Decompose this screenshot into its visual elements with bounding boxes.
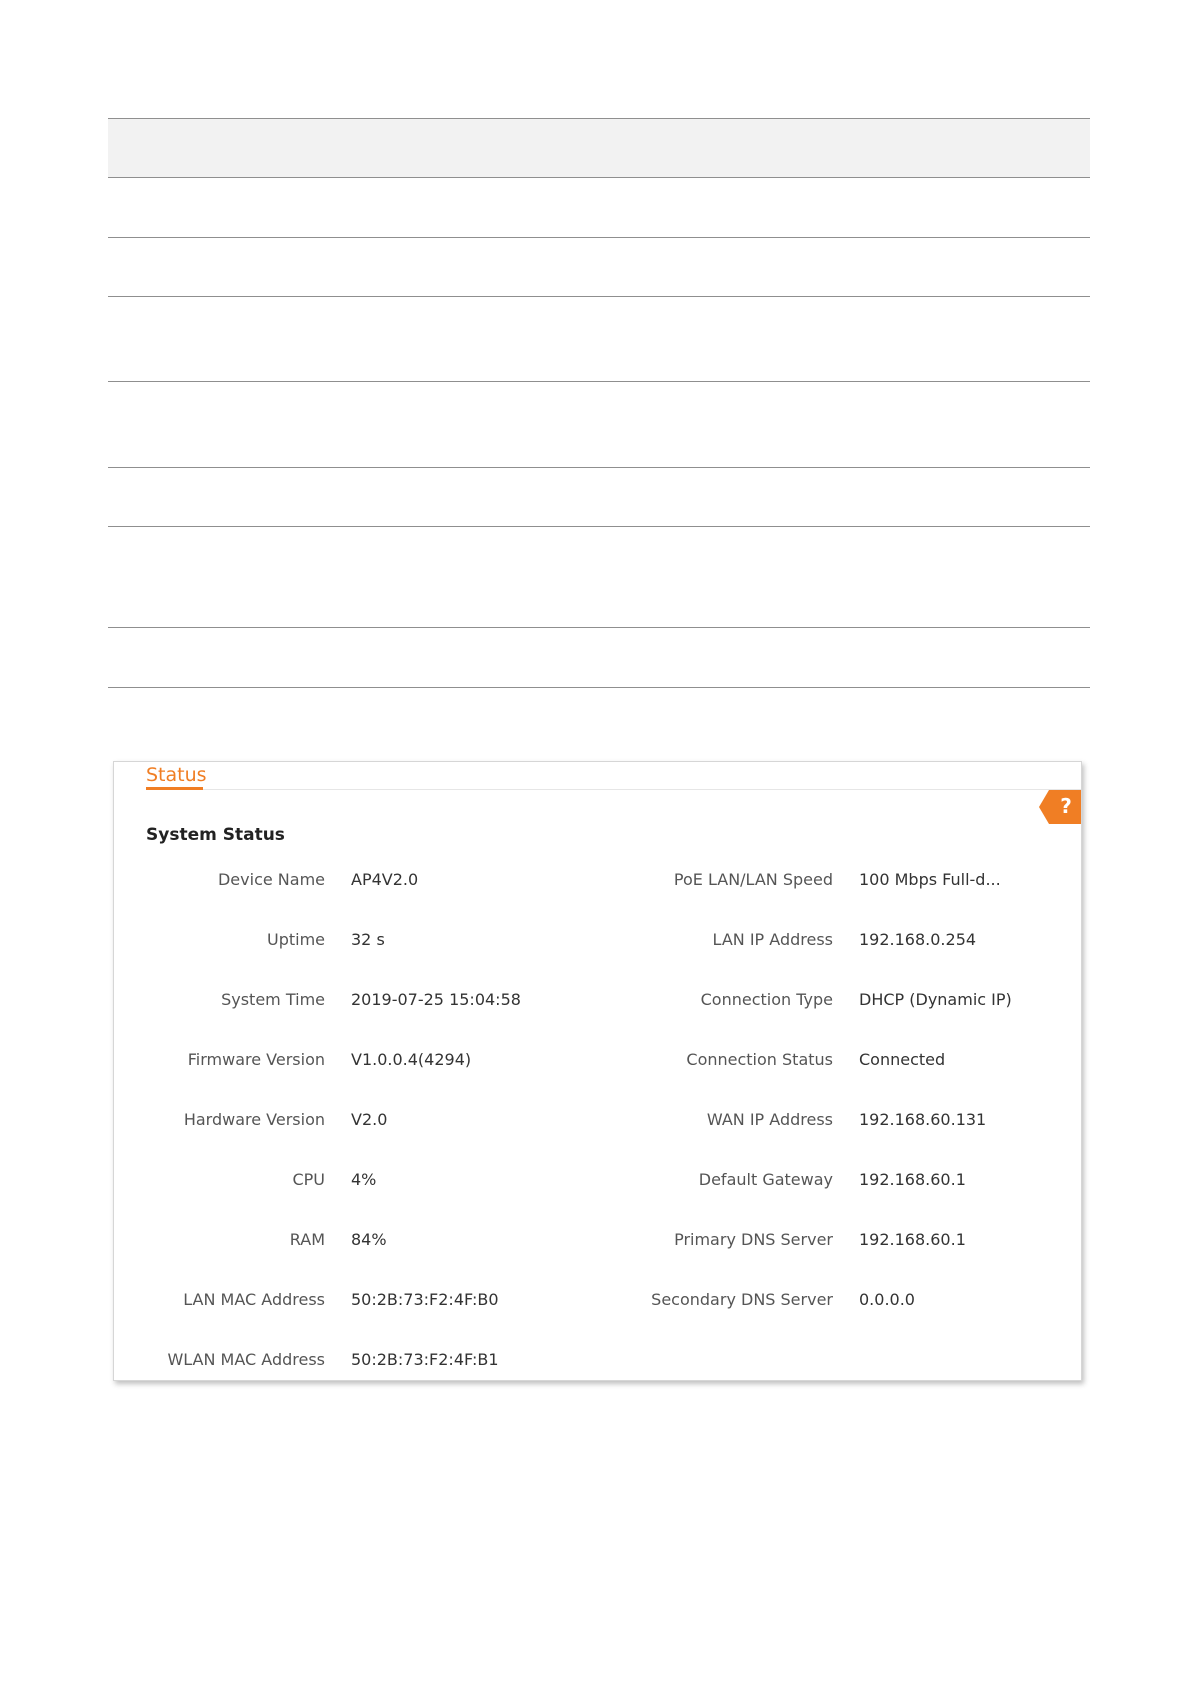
- field-value: 192.168.60.131: [859, 1110, 987, 1129]
- field-value: 50:2B:73:F2:4F:B1: [351, 1350, 499, 1369]
- field-value: 192.168.0.254: [859, 930, 977, 949]
- field-label: Device Name: [217, 870, 325, 889]
- field-value: 84%: [351, 1230, 387, 1249]
- table-row: [108, 382, 1090, 468]
- table-row: [108, 238, 1090, 297]
- field-label: Firmware Version: [187, 1050, 325, 1069]
- field-label: LAN IP Address: [712, 930, 833, 949]
- field-label: RAM: [289, 1230, 325, 1249]
- field-value: 4%: [351, 1170, 377, 1189]
- help-button[interactable]: ?: [1039, 790, 1081, 824]
- field-label: Default Gateway: [698, 1170, 833, 1189]
- field-label: System Time: [221, 990, 325, 1009]
- empty-table: [108, 118, 1090, 688]
- field-value: V1.0.0.4(4294): [351, 1050, 472, 1069]
- field-value: 32 s: [351, 930, 385, 949]
- field-label: WLAN MAC Address: [167, 1350, 325, 1369]
- field-value: 0.0.0.0: [859, 1290, 915, 1309]
- field-label: Uptime: [266, 930, 325, 949]
- tab-status[interactable]: Status: [146, 762, 207, 788]
- field-value: 192.168.60.1: [859, 1230, 966, 1249]
- field-label: PoE LAN/LAN Speed: [673, 870, 833, 889]
- field-value: 50:2B:73:F2:4F:B0: [351, 1290, 499, 1309]
- field-label: WAN IP Address: [706, 1110, 833, 1129]
- status-panel: Status ? System Status Device Name AP4V2.…: [113, 761, 1082, 1381]
- field-label: Hardware Version: [183, 1110, 325, 1129]
- field-label: Secondary DNS Server: [651, 1290, 833, 1309]
- field-label: Connection Type: [700, 990, 833, 1009]
- table-header-row: [108, 119, 1090, 178]
- section-title: System Status: [146, 825, 285, 845]
- field-label: CPU: [292, 1170, 325, 1189]
- table-row: [108, 297, 1090, 382]
- help-icon: ?: [1060, 794, 1072, 818]
- tab-active-indicator: [146, 787, 203, 790]
- field-value: DHCP (Dynamic IP): [859, 990, 1012, 1009]
- table-row: [108, 468, 1090, 527]
- field-value: V2.0: [351, 1110, 388, 1129]
- field-label: Primary DNS Server: [674, 1230, 833, 1249]
- tab-divider: [146, 789, 1081, 790]
- field-value: Connected: [859, 1050, 946, 1069]
- field-value: 100 Mbps Full-d...: [859, 870, 1001, 889]
- table-row: [108, 527, 1090, 628]
- field-label: Connection Status: [686, 1050, 833, 1069]
- field-value: 192.168.60.1: [859, 1170, 966, 1189]
- field-label: LAN MAC Address: [183, 1290, 325, 1309]
- table-row: [108, 178, 1090, 238]
- field-value: 2019-07-25 15:04:58: [351, 990, 521, 1009]
- table-row: [108, 628, 1090, 688]
- field-value: AP4V2.0: [351, 870, 419, 889]
